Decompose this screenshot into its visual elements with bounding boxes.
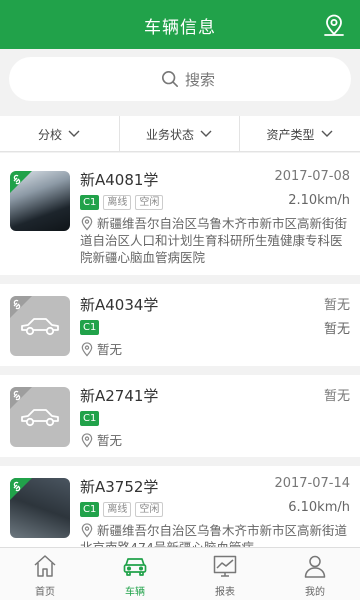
- car-placeholder-icon: [21, 409, 59, 427]
- car-icon: [123, 558, 147, 576]
- address-text: 新疆维吾尔自治区乌鲁木齐市新市区高新街道北京南路474号新疆心脑血管病: [80, 523, 348, 547]
- filter-label: 资产类型: [266, 127, 315, 142]
- vehicle-address: 暂无: [80, 432, 350, 449]
- filter-business-status[interactable]: 业务状态: [120, 116, 239, 152]
- vehicle-address: 新疆维吾尔自治区乌鲁木齐市新市区高新街道北京南路474号新疆心脑血管病: [80, 522, 350, 547]
- vehicle-badges: C1 离线 空闲: [80, 195, 167, 210]
- vehicle-date: 2017-07-14: [274, 476, 350, 491]
- license-class-badge: C1: [80, 320, 100, 335]
- page-title: 车辆信息: [144, 18, 216, 38]
- filter-label: 业务状态: [145, 127, 194, 142]
- link-icon: [10, 171, 32, 193]
- vehicle-card[interactable]: 新A2741学 暂无 C1 暂无: [0, 375, 360, 457]
- vehicle-photo: [10, 478, 70, 538]
- app-header: 车辆信息: [0, 0, 360, 49]
- license-class-badge: C1: [80, 502, 100, 517]
- vehicle-badges: C1 离线 空闲: [80, 502, 167, 517]
- filter-bar: 分校 业务状态 资产类型: [0, 116, 360, 152]
- vehicle-speed: 暂无: [323, 322, 350, 337]
- location-pin-icon: [81, 433, 93, 448]
- vehicle-plate: 新A2741学: [80, 387, 159, 405]
- vehicle-photo: [10, 171, 70, 231]
- search-icon: [161, 70, 179, 88]
- vehicle-badges: C1: [80, 411, 103, 426]
- filter-branch[interactable]: 分校: [0, 116, 119, 152]
- vehicle-date: 2017-07-08: [274, 169, 350, 184]
- vehicle-card[interactable]: 新A4034学 暂无 C1 暂无 暂无: [0, 284, 360, 366]
- filter-asset-type[interactable]: 资产类型: [240, 116, 360, 152]
- user-icon: [304, 555, 326, 578]
- card-separator: [0, 366, 360, 375]
- location-pin-icon: [81, 523, 93, 538]
- address-text: 新疆维吾尔自治区乌鲁木齐市新市区高新街街道自治区人口和计划生育科研所生殖健康专科…: [80, 216, 348, 265]
- tab-label: 车辆: [125, 587, 145, 598]
- car-placeholder-icon: [21, 318, 59, 336]
- vehicle-speed: 6.10km/h: [288, 500, 350, 515]
- chevron-down-icon: [68, 130, 80, 137]
- business-status-badge: 空闲: [135, 502, 164, 517]
- filter-label: 分校: [37, 127, 62, 142]
- address-text: 暂无: [97, 433, 123, 448]
- license-class-badge: C1: [80, 411, 100, 426]
- business-status-badge: 空闲: [135, 195, 164, 210]
- vehicle-speed: 2.10km/h: [288, 193, 350, 208]
- chevron-down-icon: [200, 130, 212, 137]
- card-separator: [0, 275, 360, 284]
- license-class-badge: C1: [80, 195, 100, 210]
- vehicle-plate: 新A4081学: [80, 171, 159, 189]
- vehicle-date: 暂无: [323, 389, 350, 404]
- tab-label: 首页: [35, 587, 55, 598]
- tab-home[interactable]: 首页: [0, 548, 90, 600]
- tab-reports[interactable]: 报表: [180, 548, 270, 600]
- search-bar: 搜索: [0, 49, 360, 109]
- tab-vehicles[interactable]: 车辆: [90, 548, 180, 600]
- tab-profile[interactable]: 我的: [270, 548, 360, 600]
- tab-label: 我的: [305, 587, 325, 598]
- home-icon: [34, 555, 56, 577]
- vehicle-list: 新A4081学 2017-07-08 C1 离线 空闲 2.10km/h 新疆维…: [0, 153, 360, 547]
- location-pin-icon: [81, 216, 93, 231]
- vehicle-address: 新疆维吾尔自治区乌鲁木齐市新市区高新街街道自治区人口和计划生育科研所生殖健康专科…: [80, 215, 350, 266]
- vehicle-placeholder: [10, 387, 70, 447]
- vehicle-address: 暂无: [80, 341, 350, 358]
- search-input[interactable]: 搜索: [9, 57, 351, 101]
- vehicle-date: 暂无: [323, 298, 350, 313]
- address-text: 暂无: [97, 342, 123, 357]
- online-status-badge: 离线: [103, 502, 132, 517]
- search-placeholder: 搜索: [185, 71, 216, 89]
- bottom-tab-bar: 首页 车辆 报表 我的: [0, 547, 360, 600]
- card-separator: [0, 457, 360, 466]
- location-pin-icon: [81, 342, 93, 357]
- vehicle-badges: C1: [80, 320, 103, 335]
- tab-label: 报表: [215, 587, 235, 598]
- vehicle-plate: 新A3752学: [80, 478, 159, 496]
- vehicle-placeholder: [10, 296, 70, 356]
- location-icon[interactable]: [322, 13, 346, 37]
- link-icon: [10, 478, 32, 500]
- chevron-down-icon: [321, 130, 332, 137]
- chart-icon: [213, 555, 237, 577]
- vehicle-plate: 新A4034学: [80, 296, 159, 314]
- vehicle-card[interactable]: 新A4081学 2017-07-08 C1 离线 空闲 2.10km/h 新疆维…: [0, 153, 360, 275]
- online-status-badge: 离线: [103, 195, 132, 210]
- vehicle-card[interactable]: 新A3752学 2017-07-14 C1 离线 空闲 6.10km/h 新疆维…: [0, 466, 360, 547]
